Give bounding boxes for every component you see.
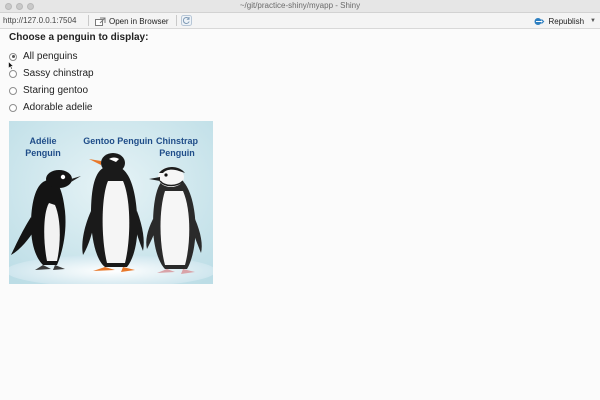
penguin-image-art: Adélie Penguin Gentoo Penguin Chinstrap …	[9, 121, 213, 284]
open-in-browser-icon	[95, 17, 106, 26]
shiny-app-content: Choose a penguin to display: All penguin…	[0, 30, 600, 400]
penguin-radio-group: All penguins Sassy chinstrap Staring gen…	[9, 48, 94, 116]
radio-option-label: Staring gentoo	[23, 85, 89, 96]
mouse-cursor-icon	[8, 61, 14, 70]
radio-option-sassy-chinstrap[interactable]: Sassy chinstrap	[9, 65, 94, 82]
open-in-browser-label: Open in Browser	[109, 16, 169, 26]
republish-label: Republish	[548, 16, 585, 26]
gentoo-label: Gentoo Penguin	[83, 136, 153, 146]
penguin-select-label: Choose a penguin to display:	[9, 32, 149, 43]
radio-button[interactable]	[9, 86, 17, 95]
radio-option-adorable-adelie[interactable]: Adorable adelie	[9, 99, 94, 116]
app-url[interactable]: http://127.0.0.1:7504	[3, 16, 76, 25]
window-title: ~/git/practice-shiny/myapp - Shiny	[239, 1, 361, 10]
app-window: ~/git/practice-shiny/myapp - Shiny http:…	[0, 0, 600, 400]
republish-button[interactable]: Republish ▼	[534, 15, 596, 27]
radio-button[interactable]	[9, 69, 17, 78]
radio-option-staring-gentoo[interactable]: Staring gentoo	[9, 82, 94, 99]
adelie-label-line2: Penguin	[25, 148, 61, 158]
radio-button[interactable]	[9, 52, 17, 61]
toolbar-divider	[176, 15, 177, 26]
open-in-browser-button[interactable]: Open in Browser	[95, 15, 169, 27]
adelie-label-line1: Adélie	[29, 136, 56, 146]
toolbar-divider	[88, 15, 89, 26]
radio-option-label: All penguins	[23, 51, 78, 62]
republish-icon	[534, 17, 545, 25]
chevron-down-icon[interactable]: ▼	[590, 18, 596, 24]
radio-button[interactable]	[9, 103, 17, 112]
refresh-icon[interactable]	[181, 15, 192, 26]
chinstrap-label-line2: Penguin	[159, 148, 195, 158]
title-bar: ~/git/practice-shiny/myapp - Shiny	[0, 0, 600, 13]
radio-option-label: Sassy chinstrap	[23, 68, 94, 79]
penguin-image: Adélie Penguin Gentoo Penguin Chinstrap …	[9, 121, 213, 284]
chinstrap-label-line1: Chinstrap	[156, 136, 199, 146]
radio-option-all-penguins[interactable]: All penguins	[9, 48, 94, 65]
viewer-toolbar: http://127.0.0.1:7504 Open in Browser Re…	[0, 13, 600, 29]
radio-option-label: Adorable adelie	[23, 102, 93, 113]
